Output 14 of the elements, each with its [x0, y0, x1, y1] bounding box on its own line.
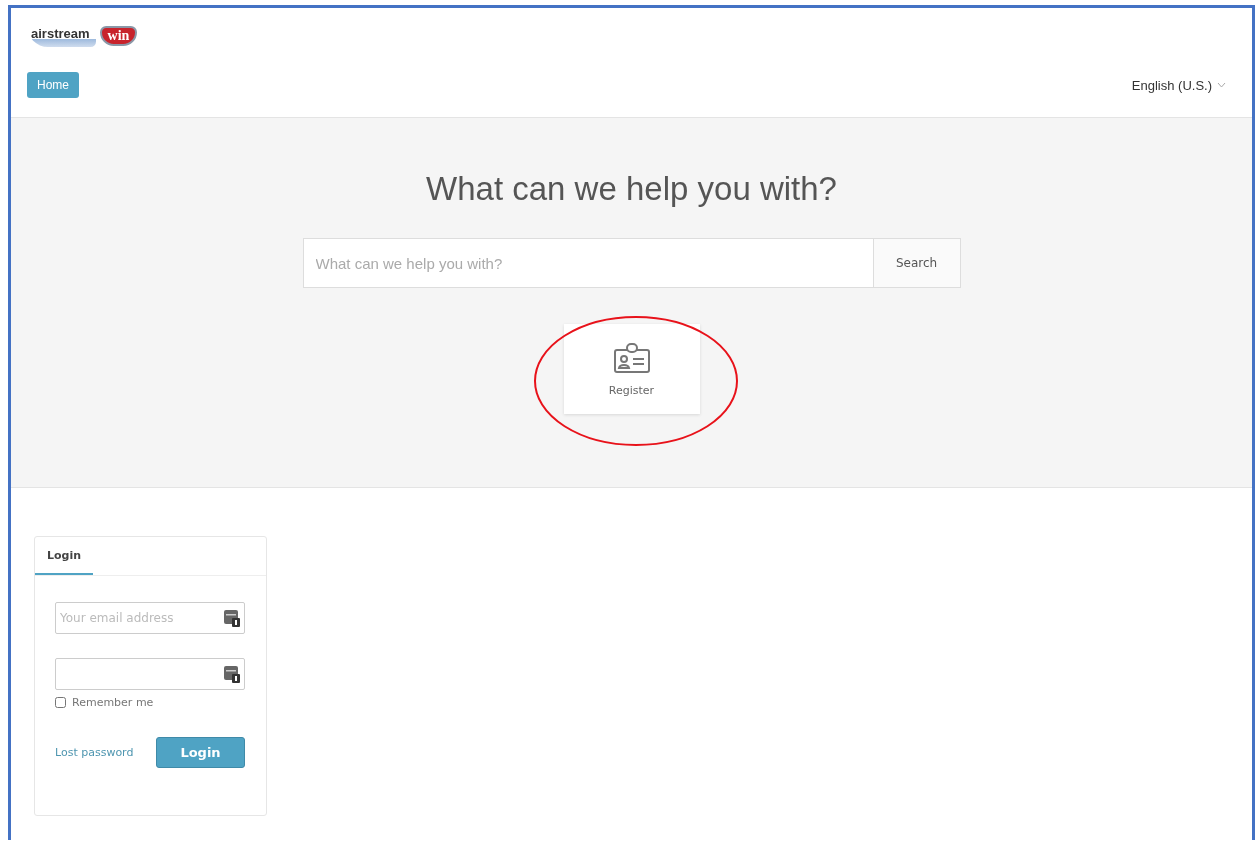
password-field[interactable] [55, 658, 245, 690]
remember-label: Remember me [72, 696, 154, 709]
id-card-icon [612, 341, 651, 374]
register-tile[interactable]: Register [563, 324, 700, 414]
hero-heading: What can we help you with? [426, 170, 837, 208]
language-selector[interactable]: English (U.S.) [1131, 77, 1212, 93]
search-field[interactable]: What can we help you with? [302, 238, 873, 288]
search-button[interactable]: Search [872, 238, 961, 288]
logo: airstream win [27, 20, 138, 52]
caret-icon [1217, 82, 1226, 88]
email-field[interactable]: Your email address [55, 602, 245, 634]
remember-checkbox[interactable] [55, 697, 66, 708]
login-tab[interactable]: Login [35, 537, 94, 575]
lost-password-link[interactable]: Lost password [55, 746, 134, 759]
